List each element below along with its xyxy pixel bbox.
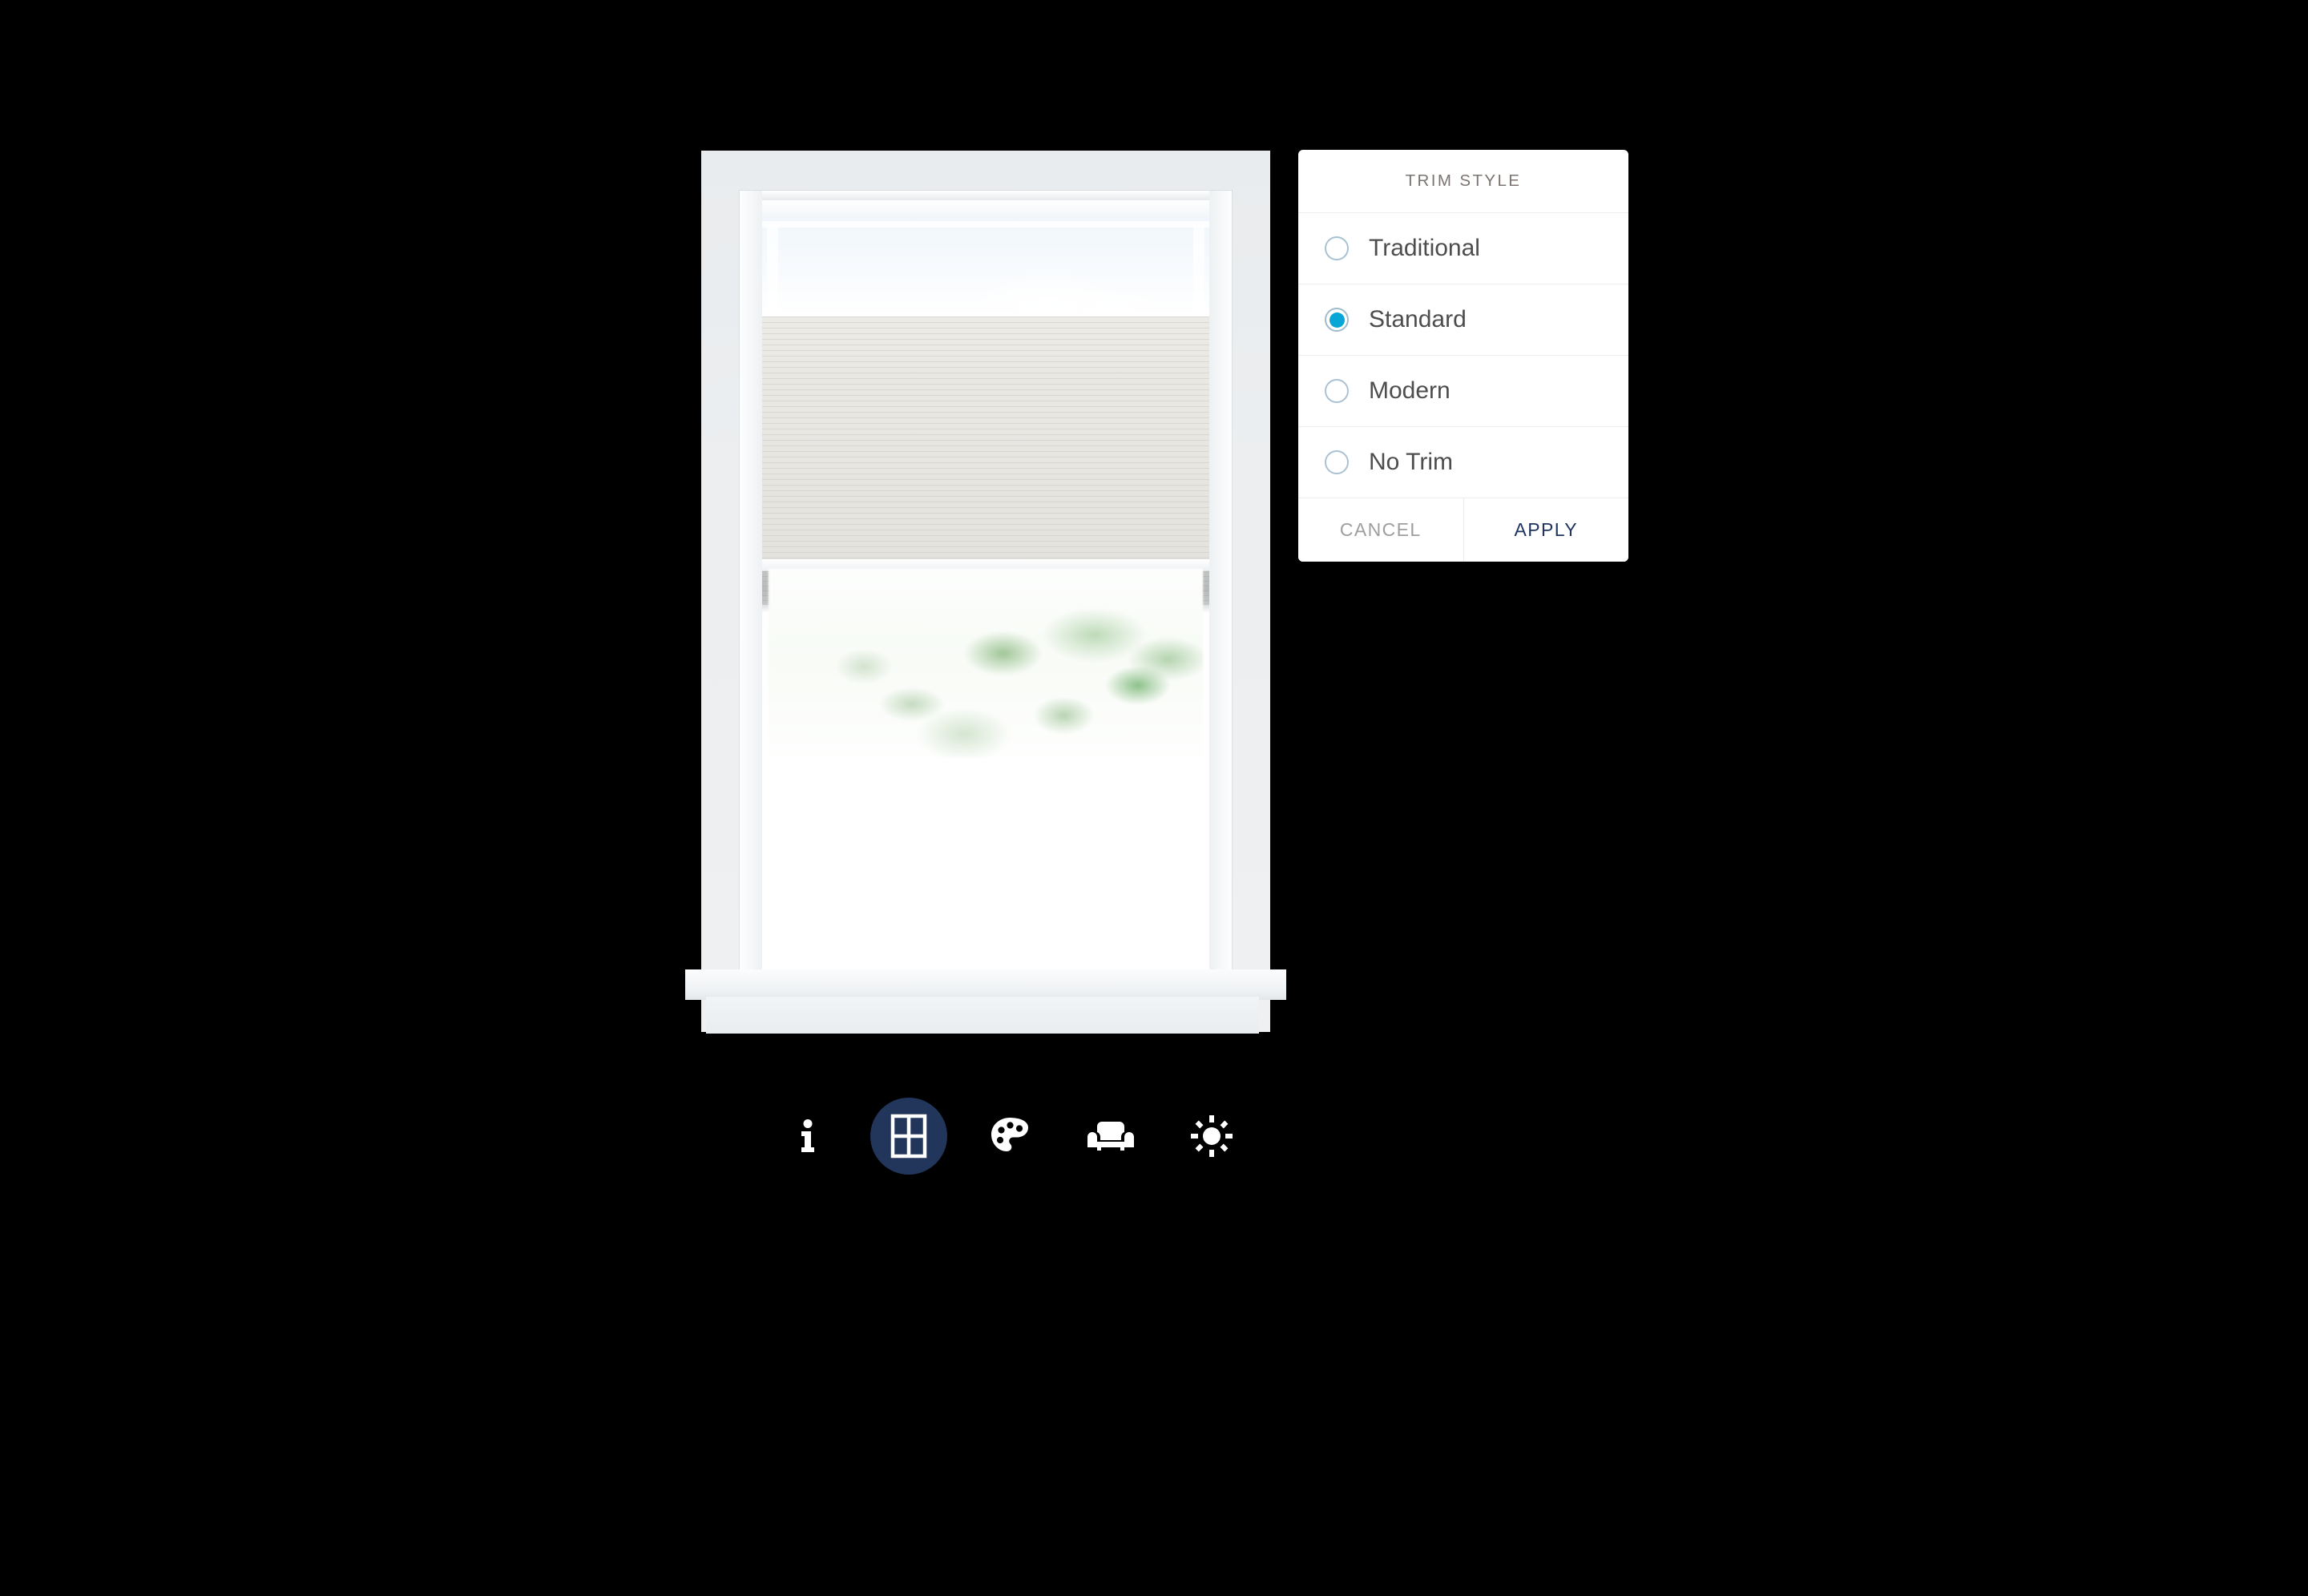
upper-sash-right-stile (1193, 224, 1204, 316)
outdoor-glare-haze (769, 569, 1203, 757)
option-row-standard[interactable]: Standard (1298, 284, 1628, 356)
casing-right-jamb (1209, 191, 1232, 992)
option-row-modern[interactable]: Modern (1298, 356, 1628, 427)
bottom-toolbar (769, 1088, 1250, 1184)
dialog-title: TRIM STYLE (1405, 171, 1522, 190)
sun-icon (1191, 1115, 1233, 1157)
upper-sash-rail (762, 221, 1209, 228)
apply-button[interactable]: APPLY (1463, 498, 1628, 562)
option-label-traditional: Traditional (1369, 235, 1480, 261)
tool-info[interactable] (769, 1098, 846, 1175)
casing-left-jamb (740, 191, 762, 992)
info-icon (792, 1118, 824, 1154)
window-casing-trim (740, 191, 1232, 992)
shade-headrail (762, 200, 1209, 218)
tool-lighting[interactable] (1173, 1098, 1250, 1175)
dialog-header: TRIM STYLE (1298, 150, 1628, 213)
radio-no-trim-icon[interactable] (1325, 450, 1349, 474)
tool-color[interactable] (971, 1098, 1048, 1175)
trim-style-dialog[interactable]: TRIM STYLE Traditional Standard Modern N… (1298, 150, 1628, 562)
casing-head (740, 191, 1232, 200)
sofa-icon (1087, 1119, 1134, 1153)
radio-standard-icon[interactable] (1325, 308, 1349, 332)
tool-room[interactable] (1072, 1098, 1149, 1175)
option-label-no-trim: No Trim (1369, 449, 1453, 475)
radio-dot (1329, 312, 1345, 328)
option-row-no-trim[interactable]: No Trim (1298, 427, 1628, 498)
dialog-actions: CANCEL APPLY (1298, 498, 1628, 562)
radio-traditional-icon[interactable] (1325, 236, 1349, 260)
palette-icon (989, 1116, 1031, 1156)
radio-modern-icon[interactable] (1325, 379, 1349, 403)
option-row-traditional[interactable]: Traditional (1298, 213, 1628, 284)
upper-sash-left-stile (767, 224, 778, 316)
visualizer-scene[interactable] (685, 151, 1286, 1034)
window-glass-opening (762, 200, 1209, 992)
tool-window[interactable] (870, 1098, 947, 1175)
cancel-button[interactable]: CANCEL (1298, 498, 1464, 562)
window-sill (685, 969, 1286, 1000)
window-icon (890, 1114, 927, 1159)
option-label-modern: Modern (1369, 377, 1451, 404)
option-label-standard: Standard (1369, 306, 1467, 332)
cellular-shade-fabric[interactable] (762, 316, 1209, 571)
window-apron (706, 997, 1259, 1034)
